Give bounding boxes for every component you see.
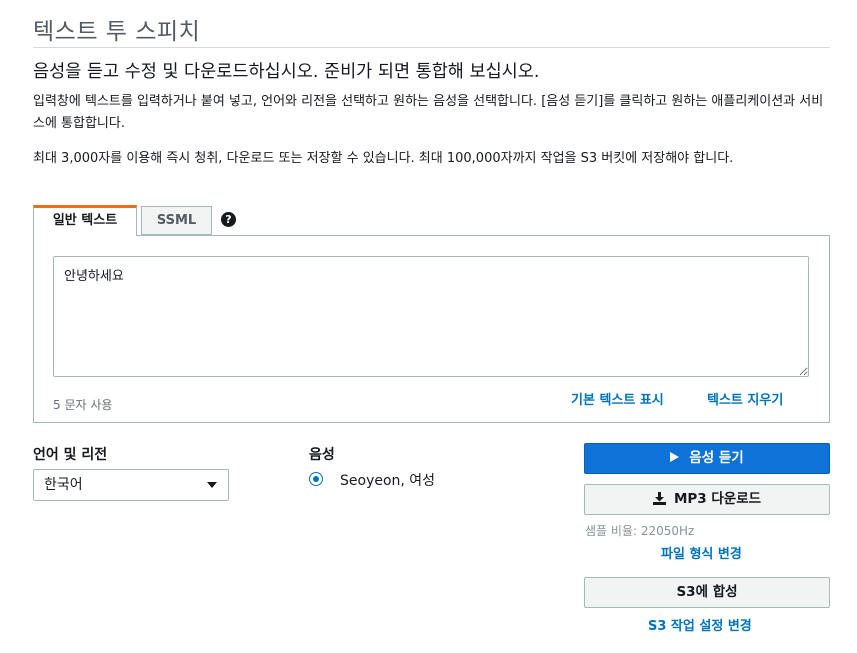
language-region-label: 언어 및 리전 (33, 447, 108, 463)
text-input[interactable]: 안녕하세요 (53, 256, 809, 377)
listen-button[interactable]: 음성 듣기 (584, 443, 830, 474)
caret-down-icon (207, 482, 217, 488)
description-paragraph-1: 입력창에 텍스트를 입력하거나 붙여 넣고, 언어와 리전을 선택하고 원하는 … (33, 94, 824, 131)
page-subtitle: 음성을 듣고 수정 및 다운로드하십시오. 준비가 되면 통합해 보십시오. (33, 62, 540, 82)
mp3-download-button[interactable]: MP3 다운로드 (584, 484, 830, 515)
radio-selected-dot (313, 476, 319, 482)
language-select[interactable]: 한국어 (33, 469, 229, 501)
sample-rate-text: 샘플 비율: 22050Hz (585, 524, 695, 538)
tab-ssml[interactable]: SSML (141, 206, 212, 235)
download-icon (652, 492, 666, 505)
voice-option-label[interactable]: Seoyeon, 여성 (340, 470, 435, 490)
tab-plain-text[interactable]: 일반 텍스트 (33, 205, 137, 236)
page-title: 텍스트 투 스피치 (33, 19, 201, 45)
synthesize-s3-button[interactable]: S3에 합성 (584, 577, 830, 608)
title-divider (33, 47, 830, 48)
change-file-format-link[interactable]: 파일 형식 변경 (661, 543, 742, 562)
change-s3-settings-link[interactable]: S3 작업 설정 변경 (648, 615, 752, 634)
help-icon[interactable]: ? (221, 212, 236, 227)
show-default-text-link[interactable]: 기본 텍스트 표시 (571, 389, 664, 408)
clear-text-link[interactable]: 텍스트 지우기 (707, 389, 783, 408)
description-paragraph-2: 최대 3,000자를 이용해 즉시 청취, 다운로드 또는 저장할 수 있습니다… (33, 151, 734, 166)
mp3-download-label: MP3 다운로드 (673, 491, 762, 507)
character-count: 5 문자 사용 (53, 398, 113, 412)
voice-label: 음성 (309, 447, 335, 463)
play-icon (670, 452, 680, 462)
listen-button-label: 음성 듣기 (689, 450, 744, 466)
